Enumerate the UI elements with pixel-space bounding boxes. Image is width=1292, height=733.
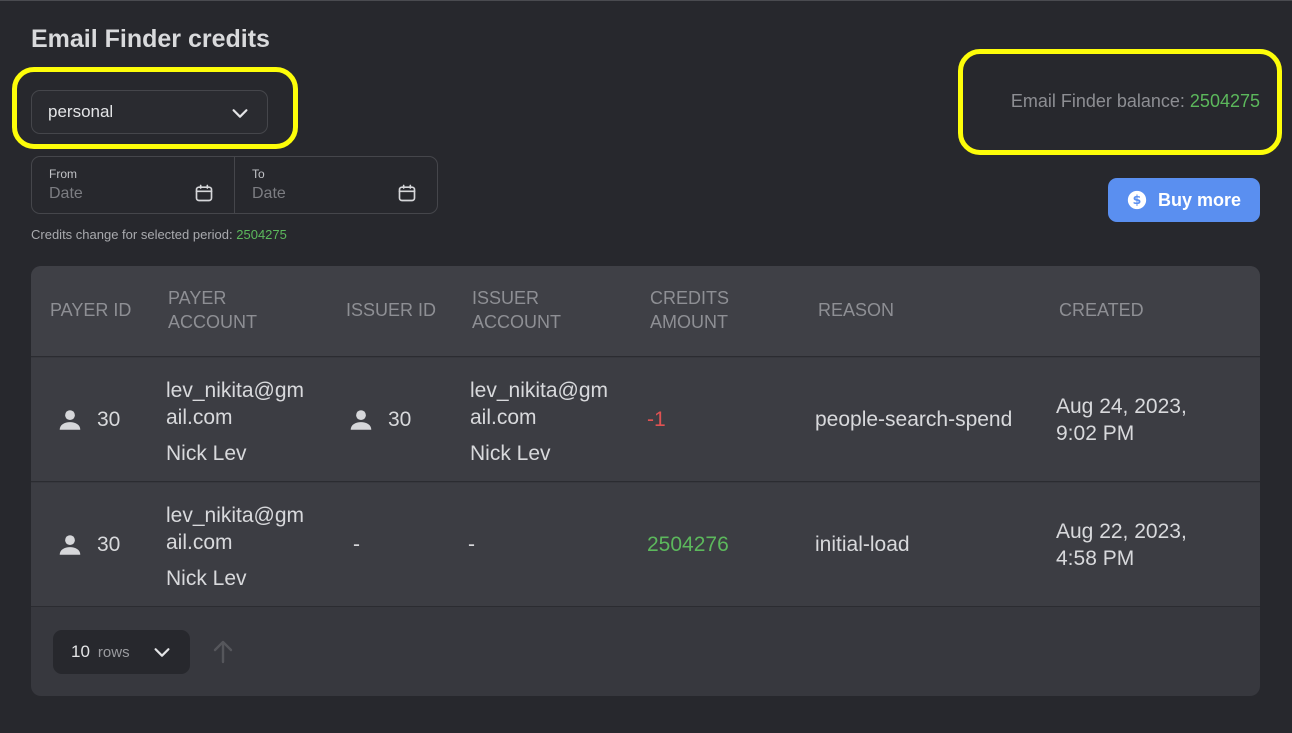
buy-more-label: Buy more	[1157, 189, 1242, 210]
column-header-issuer-account[interactable]: ISSUER ACCOUNT	[472, 286, 561, 334]
date-from-placeholder: Date	[49, 185, 83, 202]
table-row: 30 lev_nikita@gm ail.com Nick Lev 30 lev…	[31, 358, 1260, 482]
page-title: Email Finder credits	[31, 25, 270, 53]
date-from-label: From	[49, 167, 77, 181]
reason-cell: people-search-spend	[815, 408, 1013, 431]
payer-id-cell: 30	[57, 406, 120, 433]
column-header-credits-amount[interactable]: CREDITS AMOUNT	[650, 286, 729, 334]
rows-per-page-value: 10	[71, 642, 90, 661]
table-header: PAYER ID PAYER ACCOUNT ISSUER ID ISSUER …	[31, 266, 1260, 357]
email-finder-balance: Email Finder balance: 2504275	[1011, 91, 1260, 112]
created-cell: Aug 22, 2023, 4:58 PM	[1056, 520, 1187, 570]
rows-per-page-unit: rows	[97, 643, 130, 661]
column-header-payer-id[interactable]: PAYER ID	[50, 298, 131, 322]
buy-more-button[interactable]: $ Buy more	[1108, 178, 1260, 222]
dollar-coin-icon: $	[1127, 190, 1147, 210]
column-header-issuer-id[interactable]: ISSUER ID	[346, 298, 436, 322]
table-row: 30 lev_nikita@gm ail.com Nick Lev - - 25…	[31, 483, 1260, 607]
user-icon	[59, 534, 81, 555]
date-range-picker: From Date To Date	[31, 156, 438, 214]
period-change-label: Credits change for selected period:	[31, 227, 233, 242]
period-change-text: Credits change for selected period: 2504…	[31, 227, 287, 242]
column-header-reason[interactable]: REASON	[818, 298, 894, 322]
credits-amount-cell: 2504276	[647, 533, 729, 556]
credits-table: PAYER ID PAYER ACCOUNT ISSUER ID ISSUER …	[31, 266, 1260, 696]
created-cell: Aug 24, 2023, 9:02 PM	[1056, 395, 1187, 445]
reason-cell: initial-load	[815, 533, 910, 556]
balance-label: Email Finder balance:	[1010, 91, 1185, 111]
svg-text:$: $	[1133, 192, 1142, 207]
issuer-id-cell: 30	[348, 406, 411, 433]
rows-per-page-select[interactable]: 10 rows	[53, 630, 190, 674]
account-select[interactable]: personal	[31, 90, 268, 134]
chevron-down-icon	[154, 648, 170, 657]
date-to-label: To	[252, 167, 265, 181]
payer-id-cell: 30	[57, 531, 120, 558]
issuer-account-cell: -	[468, 533, 475, 556]
date-to-placeholder: Date	[252, 185, 286, 202]
date-from-field[interactable]: From Date	[32, 157, 234, 213]
issuer-account-cell: lev_nikita@gm ail.com Nick Lev	[470, 379, 609, 465]
calendar-icon[interactable]	[194, 183, 214, 203]
credits-page: Email Finder credits personal From Date …	[0, 0, 1292, 733]
payer-account-cell: lev_nikita@gm ail.com Nick Lev	[166, 379, 305, 465]
date-to-field[interactable]: To Date	[234, 157, 437, 213]
credits-amount-cell: -1	[647, 408, 666, 431]
chevron-down-icon	[232, 109, 248, 118]
balance-value: 2504275	[1189, 91, 1260, 111]
period-change-value: 2504275	[236, 227, 287, 242]
issuer-id-cell: -	[353, 533, 360, 556]
arrow-up-icon[interactable]	[211, 639, 235, 665]
calendar-icon[interactable]	[397, 183, 417, 203]
payer-account-cell: lev_nikita@gm ail.com Nick Lev	[166, 504, 305, 590]
column-header-payer-account[interactable]: PAYER ACCOUNT	[168, 286, 257, 334]
column-header-created[interactable]: CREATED	[1059, 298, 1144, 322]
user-icon	[59, 409, 81, 430]
user-icon	[350, 409, 372, 430]
account-select-value: personal	[48, 102, 114, 121]
